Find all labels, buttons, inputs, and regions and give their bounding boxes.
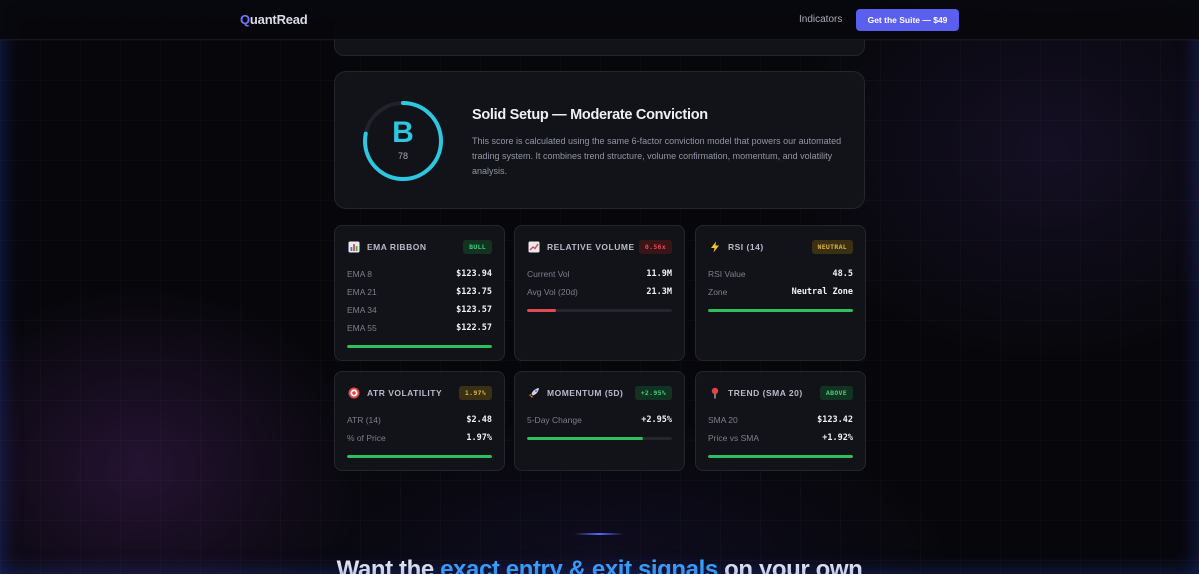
data-row: EMA 55 $122.57	[347, 323, 492, 335]
cta-heading-end: on your own	[717, 556, 863, 574]
cta-heading-highlight: exact entry & exit signals	[440, 556, 718, 574]
status-badge: ABOVE	[819, 386, 853, 400]
card-title: ATR VOLATILITY	[367, 388, 443, 398]
card-title: EMA RIBBON	[367, 242, 427, 252]
score-grade: B	[392, 116, 414, 149]
indicator-bar-fill	[527, 309, 556, 312]
indicator-bar	[527, 309, 672, 312]
nav-link-indicators[interactable]: Indicators	[799, 14, 842, 25]
indicator-bar-fill	[708, 455, 853, 458]
card-title: TREND (SMA 20)	[728, 388, 803, 398]
cta-heading: Want the exact entry & exit signals on y…	[0, 556, 1199, 574]
indicator-bar-fill	[527, 437, 643, 440]
data-row: RSI Value 48.5	[708, 269, 853, 281]
indicator-bar	[708, 455, 853, 458]
row-value: $122.57	[456, 323, 492, 333]
cta-heading-start: Want the	[336, 556, 441, 574]
row-value: 11.9M	[646, 269, 672, 279]
status-badge: 1.97%	[458, 386, 492, 400]
row-label: EMA 34	[347, 305, 377, 315]
row-label: 5-Day Change	[527, 415, 582, 425]
indicator-bar-fill	[347, 345, 492, 348]
indicator-bar	[708, 309, 853, 312]
conviction-score-card: B 78 Solid Setup — Moderate Conviction T…	[334, 71, 865, 209]
row-value: +2.95%	[641, 415, 672, 425]
data-row: SMA 20 $123.42	[708, 415, 853, 427]
target-icon	[348, 387, 360, 399]
section-divider	[574, 533, 624, 535]
row-value: $123.57	[456, 305, 492, 315]
card-title: RELATIVE VOLUME	[547, 242, 635, 252]
row-value: $123.75	[456, 287, 492, 297]
atr-volatility-card: ATR VOLATILITY 1.97% ATR (14) $2.48 % of…	[334, 371, 505, 471]
relative-volume-card: RELATIVE VOLUME 0.56x Current Vol 11.9M …	[514, 225, 685, 361]
get-suite-button[interactable]: Get the Suite — $49	[856, 9, 959, 31]
logo-text: uantRead	[249, 12, 308, 27]
row-value: +1.92%	[822, 433, 853, 443]
top-nav: QuantRead Indicators Get the Suite — $49	[0, 0, 1199, 40]
momentum-card: MOMENTUM (5D) +2.95% 5-Day Change +2.95%	[514, 371, 685, 471]
data-row: Zone Neutral Zone	[708, 287, 853, 299]
ema-ribbon-card: EMA RIBBON BULL EMA 8 $123.94 EMA 21 $12…	[334, 225, 505, 361]
row-label: EMA 55	[347, 323, 377, 333]
indicator-bar	[347, 345, 492, 348]
indicator-bar	[527, 437, 672, 440]
trend-sma-card: TREND (SMA 20) ABOVE SMA 20 $123.42 Pric…	[695, 371, 866, 471]
row-label: Zone	[708, 287, 728, 297]
score-value: 78	[397, 151, 408, 161]
row-label: ATR (14)	[347, 415, 381, 425]
row-label: % of Price	[347, 433, 386, 443]
score-title: Solid Setup — Moderate Conviction	[472, 107, 708, 123]
data-row: 5-Day Change +2.95%	[527, 415, 672, 427]
indicator-bar	[347, 455, 492, 458]
bar-chart-icon	[348, 241, 360, 253]
row-value: $123.94	[456, 269, 492, 279]
data-row: Price vs SMA +1.92%	[708, 433, 853, 445]
score-description: This score is calculated using the same …	[472, 136, 842, 176]
status-badge: NEUTRAL	[811, 240, 853, 254]
rocket-icon	[529, 388, 539, 398]
card-title: RSI (14)	[728, 242, 764, 252]
row-label: Avg Vol (20d)	[527, 287, 578, 297]
indicator-bar-fill	[708, 309, 853, 312]
rsi-card: RSI (14) NEUTRAL RSI Value 48.5 Zone Neu…	[695, 225, 866, 361]
data-row: EMA 8 $123.94	[347, 269, 492, 281]
row-value: 48.5	[832, 269, 853, 279]
data-row: Current Vol 11.9M	[527, 269, 672, 281]
pin-icon	[711, 387, 719, 399]
status-badge: +2.95%	[634, 386, 672, 400]
row-value: $123.42	[817, 415, 853, 425]
row-label: SMA 20	[708, 415, 738, 425]
data-row: ATR (14) $2.48	[347, 415, 492, 427]
row-label: Price vs SMA	[708, 433, 760, 443]
data-row: Avg Vol (20d) 21.3M	[527, 287, 672, 299]
indicator-bar-fill	[347, 455, 492, 458]
data-row: EMA 21 $123.75	[347, 287, 492, 299]
row-value: Neutral Zone	[791, 287, 853, 297]
lightning-icon	[711, 241, 719, 253]
data-row: % of Price 1.97%	[347, 433, 492, 445]
card-title: MOMENTUM (5D)	[547, 388, 624, 398]
row-value: 1.97%	[466, 433, 492, 443]
trend-chart-icon	[528, 241, 540, 253]
row-value: $2.48	[466, 415, 492, 425]
status-badge: 0.56x	[638, 240, 672, 254]
logo[interactable]: QuantRead	[240, 12, 308, 27]
logo-initial: Q	[240, 12, 250, 27]
row-value: 21.3M	[646, 287, 672, 297]
data-row: EMA 34 $123.57	[347, 305, 492, 317]
row-label: RSI Value	[708, 269, 746, 279]
status-badge: BULL	[463, 240, 492, 254]
row-label: EMA 21	[347, 287, 377, 297]
row-label: EMA 8	[347, 269, 373, 279]
row-label: Current Vol	[527, 269, 570, 279]
